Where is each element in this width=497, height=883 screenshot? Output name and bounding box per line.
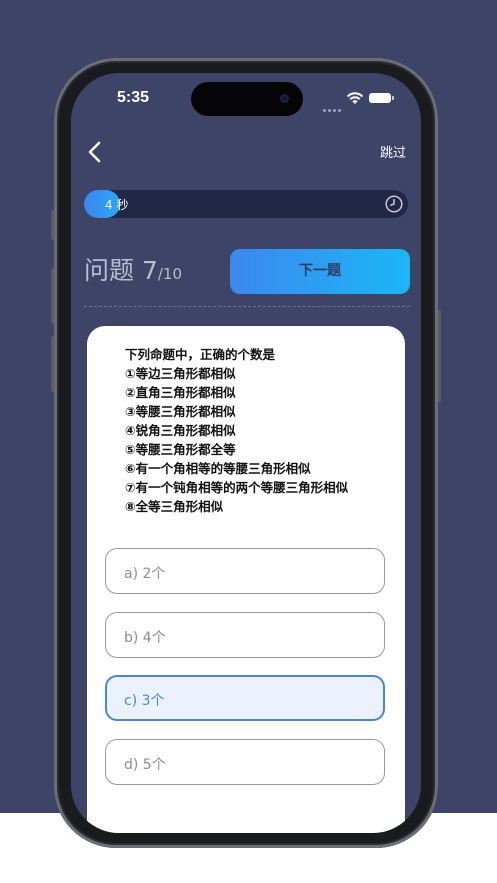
phone-volume-up [51, 268, 54, 324]
dynamic-island [191, 82, 303, 116]
answer-option-label: b) 4个 [124, 630, 166, 646]
question-card: 下列命题中，正确的个数是 ①等边三角形都相似 ②直角三角形都相似 ③等腰三角形都… [87, 326, 405, 833]
question-counter: 问题 7/10 [84, 255, 182, 290]
question-stem: 下列命题中，正确的个数是 [125, 347, 276, 362]
answer-option-b[interactable]: b) 4个 [105, 612, 385, 658]
question-counter-total: /10 [157, 265, 182, 283]
phone-power-button [438, 310, 441, 402]
answer-option-label: a) 2个 [124, 566, 166, 582]
question-statement: ⑥有一个角相等的等腰三角形相似 [125, 461, 311, 476]
question-text: 下列命题中，正确的个数是 ①等边三角形都相似 ②直角三角形都相似 ③等腰三角形都… [125, 345, 395, 516]
question-statement: ③等腰三角形都相似 [125, 404, 236, 419]
status-time: 5:35 [117, 89, 150, 106]
answer-option-d[interactable]: d) 5个 [105, 739, 385, 785]
battery-icon [369, 93, 394, 103]
app-screen: 5:35 跳过 4 秒 问题 7/10 下一题 下列命题中，正确的个数是 ①等边… [71, 73, 421, 833]
question-statement: ⑤等腰三角形都全等 [125, 442, 236, 457]
cellular-signal-icon [323, 97, 343, 112]
skip-button[interactable]: 跳过 [380, 142, 406, 161]
wifi-icon [346, 92, 364, 104]
next-question-button[interactable]: 下一题 [230, 249, 410, 294]
question-statement: ②直角三角形都相似 [125, 385, 236, 400]
phone-volume-down [51, 336, 54, 392]
chevron-left-icon [88, 141, 101, 163]
timer-seconds-label: 4 秒 [105, 198, 129, 212]
answer-option-c[interactable]: c) 3个 [105, 675, 385, 721]
answer-option-label: d) 5个 [124, 757, 166, 773]
camera-icon [280, 94, 289, 103]
back-button[interactable] [81, 139, 109, 165]
dashed-divider [84, 306, 410, 307]
question-statement: ⑦有一个钝角相等的两个等腰三角形相似 [125, 480, 349, 495]
question-counter-current: 7 [141, 256, 158, 285]
question-counter-prefix: 问题 [84, 256, 142, 285]
question-statement: ⑧全等三角形相似 [125, 499, 224, 514]
question-statement: ①等边三角形都相似 [125, 366, 236, 381]
answer-option-label: c) 3个 [124, 693, 165, 709]
clock-icon [385, 195, 403, 213]
answer-option-a[interactable]: a) 2个 [105, 548, 385, 594]
timer-progress-bar: 4 秒 [84, 190, 408, 218]
phone-silent-switch [51, 210, 54, 240]
question-statement: ④锐角三角形都相似 [125, 423, 236, 438]
